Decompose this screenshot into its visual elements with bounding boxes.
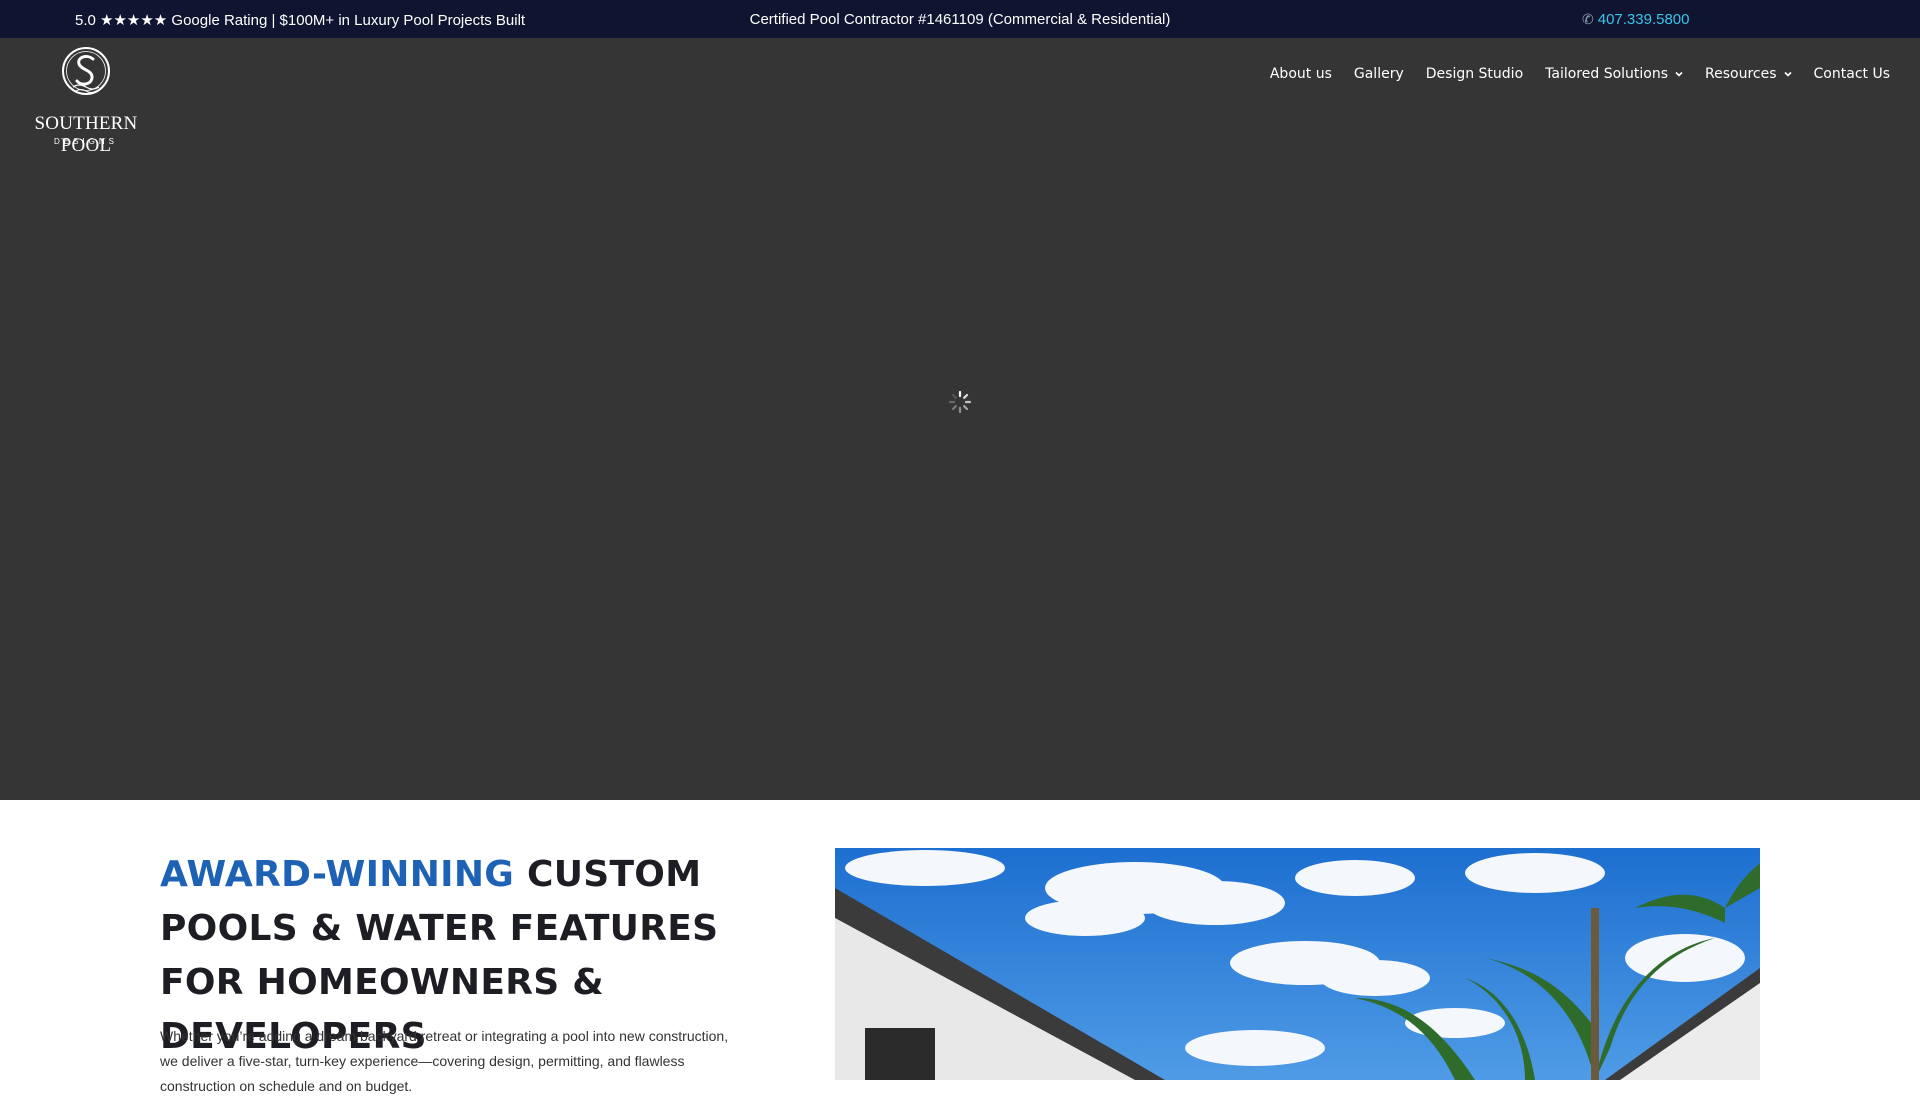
chevron-down-icon: [1783, 71, 1792, 77]
chevron-down-icon: [1675, 71, 1683, 77]
logo-monogram-icon: [62, 47, 110, 95]
nav-about-us[interactable]: About us: [1270, 66, 1332, 82]
site-logo[interactable]: SOUTHERN POOL DESIGNS: [11, 46, 161, 156]
nav-resources[interactable]: Resources: [1705, 66, 1792, 82]
phone-number: 407.339.5800: [1597, 11, 1690, 28]
nav-label: About us: [1269, 66, 1332, 82]
nav-label: Tailored Solutions: [1545, 66, 1669, 82]
nav-gallery[interactable]: Gallery: [1354, 66, 1404, 82]
nav-tailored-solutions[interactable]: Tailored Solutions: [1545, 66, 1683, 82]
nav-label: Resources: [1705, 66, 1777, 82]
logo-subtitle: DESIGNS: [53, 137, 118, 146]
nav-label: Contact Us: [1813, 66, 1890, 82]
phone-link[interactable]: ✆ 407.339.5800: [1582, 11, 1690, 28]
photo-illustration: [835, 848, 1760, 1080]
intro-paragraph: Whether you’re adding a dream backyard r…: [160, 1028, 729, 1094]
main-nav: About us Gallery Design Studio Tailored …: [1248, 66, 1890, 82]
nav-label: Gallery: [1353, 66, 1404, 82]
logo-name: SOUTHERN POOL: [34, 113, 138, 156]
nav-design-studio[interactable]: Design Studio: [1426, 66, 1523, 82]
pool-house-photo: [835, 848, 1760, 1080]
announcement-bar: 5.0 ★★★★★ Google Rating | $100M+ in Luxu…: [0, 0, 1920, 38]
nav-label: Design Studio: [1425, 66, 1524, 82]
nav-contact-us[interactable]: Contact Us: [1814, 66, 1890, 82]
phone-icon: ✆: [1582, 11, 1594, 27]
heading-accent: AWARD-WINNING: [160, 854, 515, 895]
hero-section: SOUTHERN POOL DESIGNS About us Gallery D…: [0, 38, 1920, 800]
loading-spinner-icon: [948, 390, 972, 414]
